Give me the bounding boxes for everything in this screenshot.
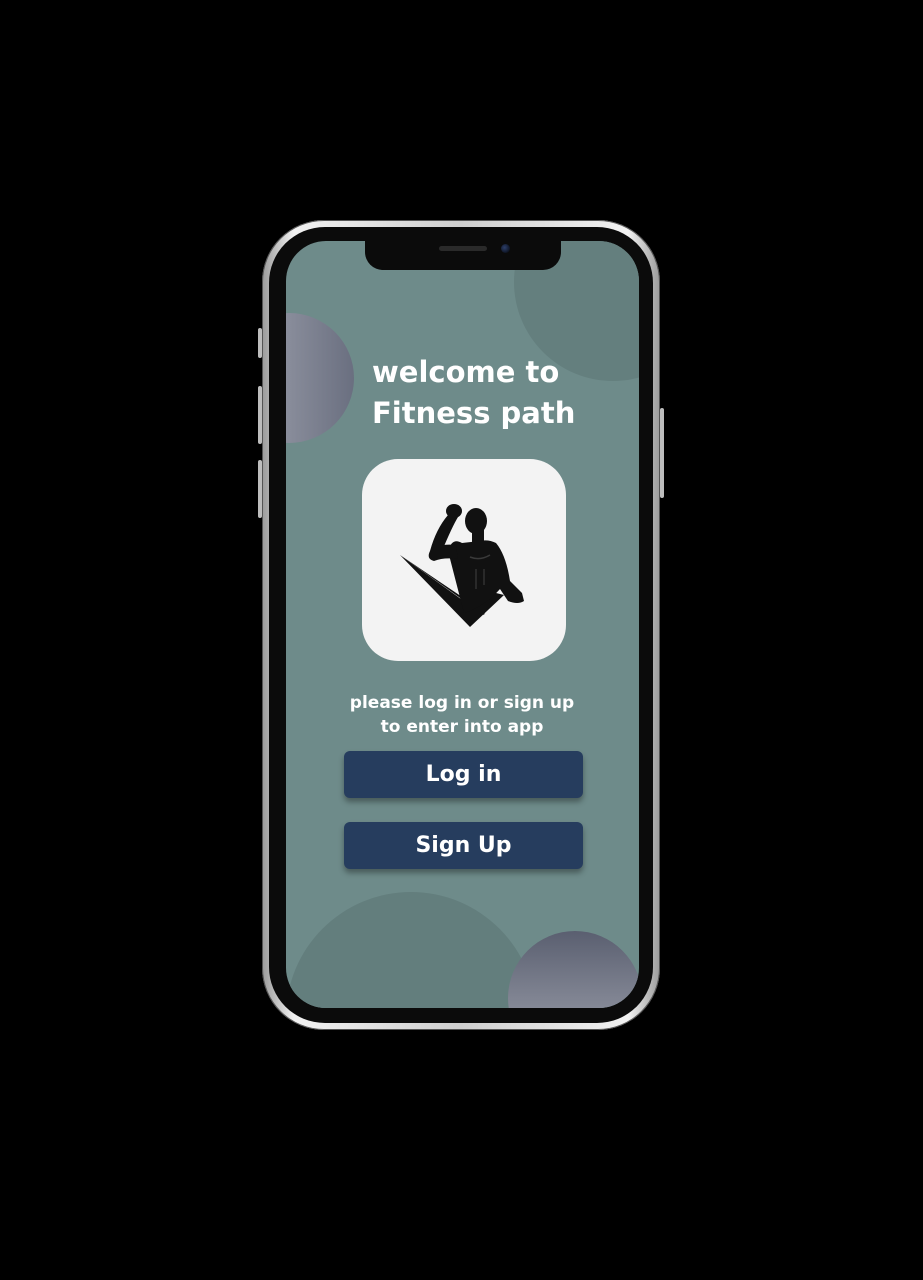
app-logo-card (362, 459, 566, 661)
decorative-circle-bottom-right (508, 931, 639, 1008)
front-camera (501, 244, 510, 253)
bodybuilder-checkmark-icon (400, 504, 524, 627)
speaker-grille (439, 246, 487, 251)
side-power-button (660, 408, 664, 498)
welcome-title: welcome to Fitness path (372, 352, 612, 434)
decorative-circle-bottom (286, 892, 536, 1008)
welcome-title-line-1: welcome to (372, 355, 560, 389)
signup-button[interactable]: Sign Up (344, 822, 583, 869)
login-button[interactable]: Log in (344, 751, 583, 798)
decorative-circle-left (286, 313, 354, 443)
welcome-title-line-2: Fitness path (372, 396, 576, 430)
app-screen: welcome to Fitness path please log in or… (286, 241, 639, 1008)
login-prompt-text: please log in or sign up to enter into a… (326, 691, 598, 739)
phone-notch (365, 241, 561, 270)
login-prompt-line-1: please log in or sign up (349, 693, 575, 713)
login-prompt-line-2: to enter into app (380, 717, 544, 737)
stage: welcome to Fitness path please log in or… (0, 0, 923, 1280)
